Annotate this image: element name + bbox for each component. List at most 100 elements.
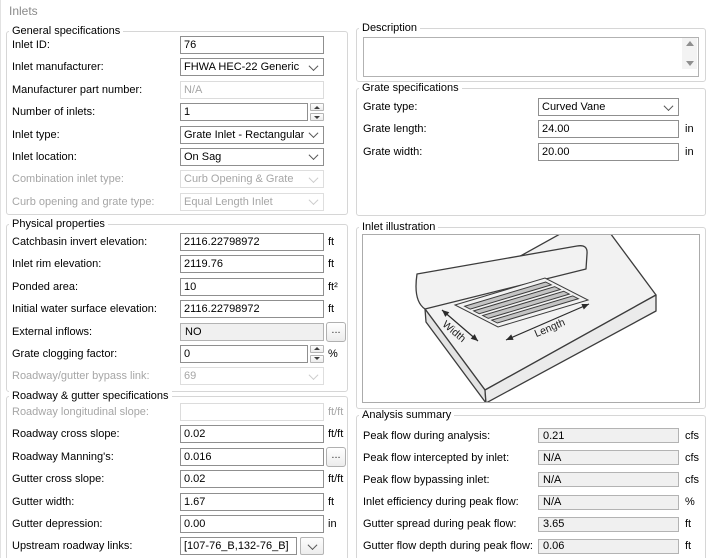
selected-value: Equal Length Inlet [184,195,273,208]
unit-label: ft [328,303,335,316]
catchbasin-invert-elevation-input[interactable] [180,233,324,251]
unit-label: ft [328,258,335,271]
spin-up-button[interactable] [310,344,324,353]
unit-label: in [328,517,337,530]
inlet-illustration-frame: Width Length [362,234,700,403]
group-general-specifications: General specifications Inlet ID: Inlet m… [6,25,348,215]
arrow-down-icon [314,357,320,361]
row-inlet-rim-elevation: Inlet rim elevation: ft [12,255,347,274]
peak-flow-intercepted-value: N/A [538,450,679,466]
spin-down-button[interactable] [310,354,324,363]
field-label: Roadway longitudinal slope: [12,406,149,418]
chevron-down-icon [308,150,319,161]
field-label: Inlet manufacturer: [12,61,104,74]
unit-label: % [328,347,338,360]
number-of-inlets-input[interactable] [180,103,308,122]
grate-type-select[interactable]: Curved Vane [538,98,679,116]
field-label: Grate type: [363,101,418,113]
gutter-cross-slope-input[interactable] [180,470,324,489]
group-roadway-gutter-specifications: Roadway & gutter specifications Roadway … [6,390,348,558]
row-peak-flow-bypassing: Peak flow bypassing inlet: N/A cfs [363,472,705,488]
gutter-flow-depth-value: 0.06 [538,538,679,554]
field-label: Initial water surface elevation: [12,303,157,316]
unit-label: ft/ft [328,428,344,441]
upstream-roadway-links-dropdown-button[interactable] [300,537,324,556]
field-label: Grate clogging factor: [12,347,118,360]
spin-up-button[interactable] [310,103,324,112]
chevron-down-icon [308,128,319,139]
row-roadway-longitudinal-slope: Roadway longitudinal slope: ft/ft [12,403,347,421]
selected-value: Curb Opening & Grate [184,173,294,186]
chevron-down-icon [308,61,319,71]
group-grate-specifications: Grate specifications Grate type: Curved … [356,82,706,216]
field-label: External inflows: [12,325,93,338]
group-analysis-summary: Analysis summary Peak flow during analys… [356,409,706,558]
inlet-location-select[interactable]: On Sag [180,147,324,166]
spin-down-button[interactable] [310,113,324,122]
row-gutter-depression: Gutter depression: in [12,514,347,533]
field-label: Gutter spread during peak flow: [363,518,517,531]
row-external-inflows: External inflows: NO ... [12,321,347,342]
group-title: Inlet illustration [359,221,439,233]
chevron-down-icon [308,369,319,380]
unit-label: in [685,145,694,158]
field-label: Peak flow intercepted by inlet: [363,451,510,464]
selected-value: Grate Inlet - Rectangular [184,128,305,141]
upstream-roadway-links-input[interactable] [180,537,297,556]
unit-label: ft² [328,280,338,293]
roadway-mannings-ellipsis-button[interactable]: ... [326,446,346,467]
grate-width-input[interactable] [538,142,679,161]
row-curb-opening-and-grate-type: Curb opening and grate type: Equal Lengt… [12,192,347,211]
page-title: Inlets [9,4,38,18]
roadway-gutter-bypass-link-select: 69 [180,367,324,386]
selected-value: FHWA HEC-22 Generic [184,61,300,74]
scroll-down-icon[interactable] [685,61,694,66]
field-label: Roadway cross slope: [12,428,120,441]
inlet-id-input[interactable] [180,36,324,54]
gutter-width-input[interactable] [180,492,324,511]
row-peak-flow-intercepted: Peak flow intercepted by inlet: N/A cfs [363,450,705,466]
inlet-manufacturer-select[interactable]: FHWA HEC-22 Generic [180,58,324,77]
group-title: Description [359,22,421,34]
unit-label: ft [685,540,692,553]
field-label: Gutter flow depth during peak flow: [363,540,533,553]
combination-inlet-type-select: Curb Opening & Grate [180,170,324,189]
field-label: Inlet ID: [12,39,50,51]
field-label: Inlet location: [12,150,77,163]
description-textarea[interactable] [363,37,699,77]
field-label: Peak flow bypassing inlet: [363,473,490,486]
external-inflows-ellipsis-button[interactable]: ... [326,321,346,342]
grate-clogging-factor-input[interactable] [180,344,308,363]
roadway-cross-slope-input[interactable] [180,425,324,444]
field-label: Gutter cross slope: [12,473,105,486]
gutter-depression-input[interactable] [180,514,324,533]
row-manufacturer-part-number: Manufacturer part number: [12,80,347,99]
scroll-up-icon[interactable] [685,41,694,46]
unit-label: % [685,496,695,509]
peak-flow-during-analysis-value: 0.21 [538,428,679,443]
chevron-down-icon [663,100,674,111]
inlet-illustration-image: Width Length [363,235,657,402]
field-label: Catchbasin invert elevation: [12,236,148,248]
roadway-mannings-input[interactable] [180,447,324,466]
inlet-efficiency-value: N/A [538,494,679,510]
inlet-rim-elevation-input[interactable] [180,255,324,274]
ponded-area-input[interactable] [180,277,324,296]
row-roadway-cross-slope: Roadway cross slope: ft/ft [12,425,347,444]
unit-label: ft/ft [328,473,344,486]
field-label: Number of inlets: [12,106,96,119]
group-description: Description [356,22,706,82]
grate-length-input[interactable] [538,120,679,139]
row-inlet-efficiency: Inlet efficiency during peak flow: N/A % [363,494,705,510]
unit-label: ft [328,495,335,508]
peak-flow-bypassing-value: N/A [538,472,679,488]
unit-label: ft/ft [328,406,344,418]
row-roadway-gutter-bypass-link: Roadway/gutter bypass link: 69 [12,367,347,386]
initial-water-surface-elevation-input[interactable] [180,300,324,319]
manufacturer-part-number-input [180,80,324,99]
inlet-type-select[interactable]: Grate Inlet - Rectangular [180,125,324,144]
unit-label: in [685,123,694,136]
field-label: Inlet efficiency during peak flow: [363,496,519,509]
external-inflows-value: NO [180,322,324,341]
gutter-spread-value: 3.65 [538,516,679,532]
